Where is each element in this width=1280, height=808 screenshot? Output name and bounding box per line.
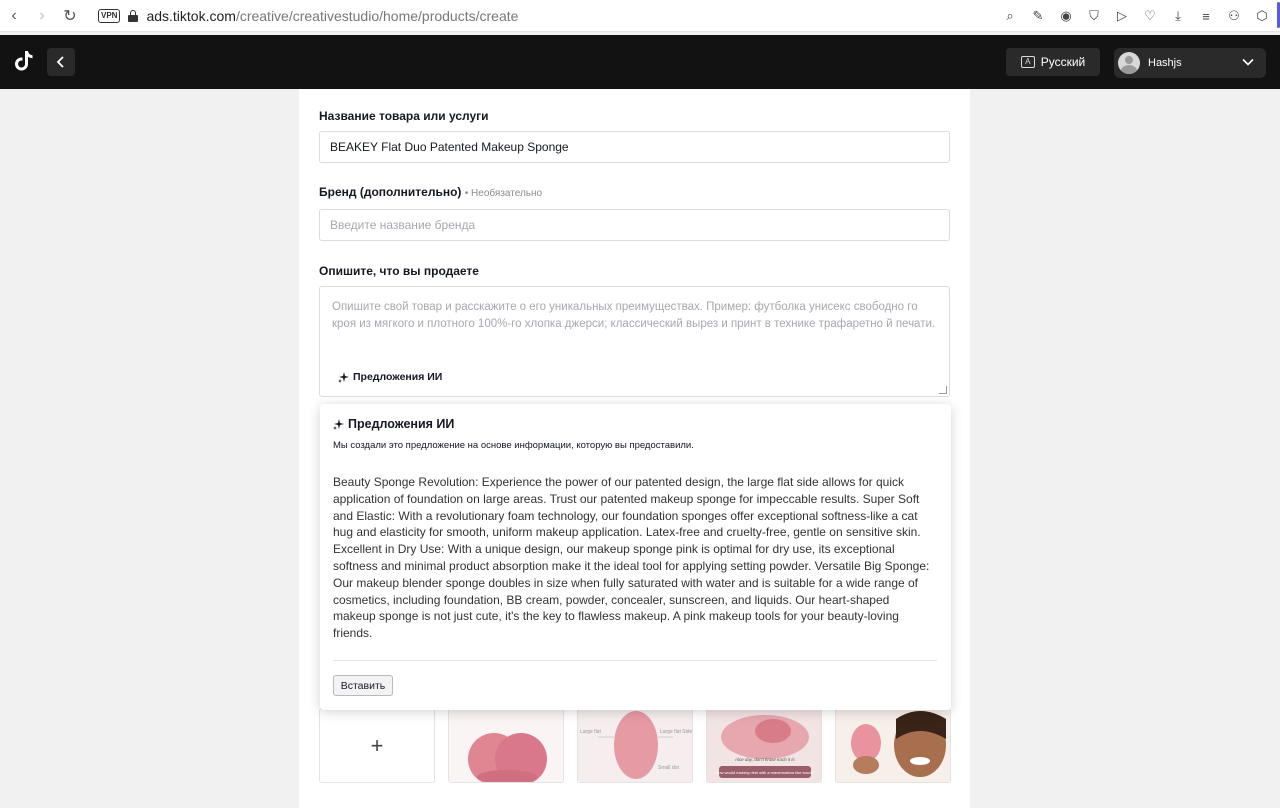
description-textarea[interactable]: Опишите свой товар и расскажите о его ун… xyxy=(319,286,950,397)
model-image xyxy=(836,709,950,782)
reload-icon[interactable]: ↻ xyxy=(56,2,84,30)
large-flat-left-label: Large flat xyxy=(580,729,601,735)
edit-icon[interactable]: ✎ xyxy=(1028,6,1048,26)
language-button[interactable]: A Русский xyxy=(1006,48,1100,76)
sponge-lifestyle-image: nice day, don't know each it is How woul… xyxy=(707,709,821,782)
ai-suggestions-button[interactable]: Предложения ИИ xyxy=(338,371,442,383)
language-label: Русский xyxy=(1040,55,1086,69)
popover-subtitle: Мы создали это предложение на основе инф… xyxy=(333,440,694,451)
sparkle-icon xyxy=(333,418,344,430)
product-image-1[interactable] xyxy=(448,708,564,783)
product-image-3[interactable]: nice day, don't know each it is How woul… xyxy=(706,708,822,783)
add-image-button[interactable]: + xyxy=(319,708,435,783)
suggested-description: Beauty Sponge Revolution: Experience the… xyxy=(333,475,930,641)
popover-title: Предложения ИИ xyxy=(333,417,454,431)
forward-arrow-icon[interactable]: › xyxy=(28,2,56,30)
brand-input[interactable]: Введите название бренда xyxy=(319,209,950,241)
search-icon[interactable]: ⌕ xyxy=(1000,6,1020,26)
brand-label: Бренд (дополнительно) • Необязательно xyxy=(319,185,542,199)
ai-suggestions-popover: Предложения ИИ Мы создали это предложени… xyxy=(320,404,951,710)
product-name-input[interactable]: BEAKEY Flat Duo Patented Makeup Sponge xyxy=(319,131,950,163)
sparkle-icon xyxy=(338,371,349,383)
description-placeholder: Опишите свой товар и расскажите о его ун… xyxy=(332,301,936,330)
account-menu[interactable]: Hashjs xyxy=(1114,48,1266,78)
sponge-image xyxy=(449,709,563,782)
avatar xyxy=(1118,52,1140,74)
brand-optional-note: • Необязательно xyxy=(464,188,543,199)
back-arrow-icon[interactable]: ‹ xyxy=(0,2,28,30)
lock-icon[interactable] xyxy=(128,9,139,22)
product-image-4[interactable] xyxy=(835,708,951,783)
translate-icon: A xyxy=(1020,56,1035,68)
back-button[interactable] xyxy=(47,48,75,76)
small-dot-label: Small dot xyxy=(658,765,679,771)
browser-toolbar: ‹ › ↻ VPN ads.tiktok.com/creative/creati… xyxy=(0,0,1280,32)
vpn-badge[interactable]: VPN xyxy=(98,8,121,23)
url-host: ads.tiktok.com xyxy=(146,7,236,24)
tile-caption: nice day, don't know each it is xyxy=(735,757,795,762)
send-icon[interactable]: ▷ xyxy=(1112,6,1132,26)
plus-icon: + xyxy=(370,732,384,758)
cube-icon[interactable]: ⬡ xyxy=(1252,6,1272,26)
shield-icon[interactable]: ⛉ xyxy=(1084,6,1104,26)
download-icon[interactable]: ⤓ xyxy=(1168,6,1188,26)
resize-handle[interactable] xyxy=(939,386,947,394)
ai-suggestions-label: Предложения ИИ xyxy=(353,371,443,383)
chevron-left-icon xyxy=(56,56,64,68)
description-label: Опишите, что вы продаете xyxy=(319,264,479,278)
camera-icon[interactable]: ◉ xyxy=(1056,6,1076,26)
insert-button[interactable]: Вставить xyxy=(333,675,393,696)
url-path: /creative/creativestudio/home/products/c… xyxy=(235,7,519,24)
address-bar[interactable]: ads.tiktok.com/creative/creativestudio/h… xyxy=(146,8,518,24)
product-image-2[interactable]: Large flat Large flat Side Small dot xyxy=(577,708,693,783)
heart-icon[interactable]: ♡ xyxy=(1140,6,1160,26)
user-name: Hashjs xyxy=(1148,57,1182,69)
large-flat-right-label: Large flat Side xyxy=(660,729,692,735)
browser-icons: ⌕ ✎ ◉ ⛉ ▷ ♡ ⤓ ≡ ⚇ ⬡ xyxy=(1000,0,1272,32)
brand-label-text: Бренд (дополнительно) xyxy=(319,185,462,199)
chevron-down-icon xyxy=(1242,58,1254,66)
product-name-label: Название товара или услуги xyxy=(319,109,489,123)
menu-icon[interactable]: ≡ xyxy=(1196,6,1216,26)
tiktok-logo-icon[interactable] xyxy=(14,50,34,72)
profile-icon[interactable]: ⚇ xyxy=(1224,6,1244,26)
popover-title-text: Предложения ИИ xyxy=(348,417,455,431)
sponge-diagram-image: Large flat Large flat Side Small dot xyxy=(578,709,692,782)
tile-banner: How would makeup feel with a marshmallow… xyxy=(716,770,816,775)
divider xyxy=(333,660,937,661)
tiktok-header: A Русский Hashjs xyxy=(0,35,1280,89)
